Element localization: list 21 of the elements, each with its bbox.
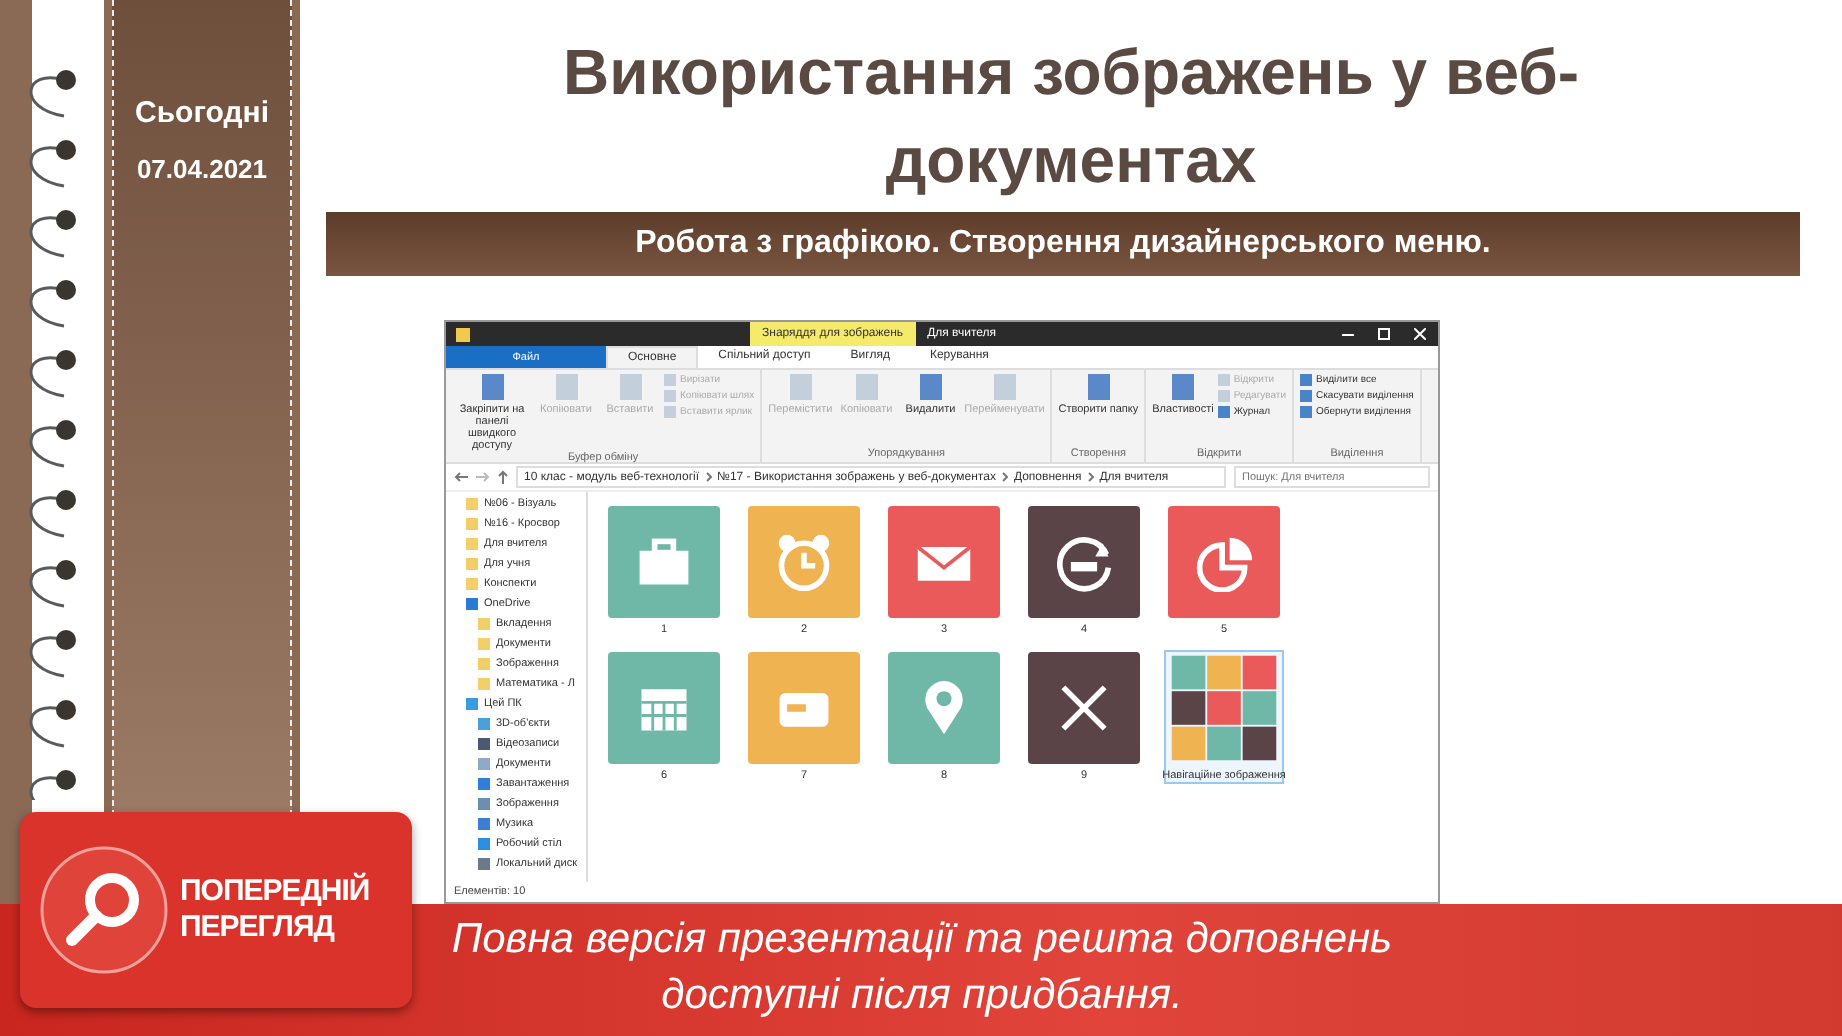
date-text: 07.04.2021 — [136, 154, 268, 184]
hours-icon — [1054, 532, 1114, 592]
chevron-icon — [1087, 472, 1094, 482]
back-arrow-icon[interactable] — [454, 472, 468, 482]
slide-title: Використання зображень у веб-документах — [560, 34, 1582, 200]
clock-icon — [774, 532, 834, 592]
preview-label: ПОПЕРЕДНІЙ — [180, 874, 370, 910]
notice-text: Повна версія презентації та решта доповнень доступні після придбання. — [449, 914, 1395, 1022]
today-label: Сьогодні — [135, 96, 269, 130]
quick-access-folder-icon[interactable] — [456, 327, 470, 341]
chevron-icon — [1001, 472, 1008, 482]
icon-collage-thumbnail — [1168, 652, 1280, 764]
maximize-icon[interactable] — [1378, 328, 1390, 340]
magnifier-icon — [40, 846, 168, 974]
minimize-icon[interactable] — [1342, 333, 1354, 335]
pie-icon — [1194, 532, 1254, 592]
close-icon[interactable] — [1414, 328, 1426, 340]
chevron-icon — [705, 472, 712, 482]
preview-label: ПЕРЕГЛЯД — [180, 910, 337, 946]
subtitle-bar: Робота з графікою. Створення дизайнерського меню. — [326, 212, 1800, 276]
up-arrow-icon[interactable] — [498, 470, 508, 484]
